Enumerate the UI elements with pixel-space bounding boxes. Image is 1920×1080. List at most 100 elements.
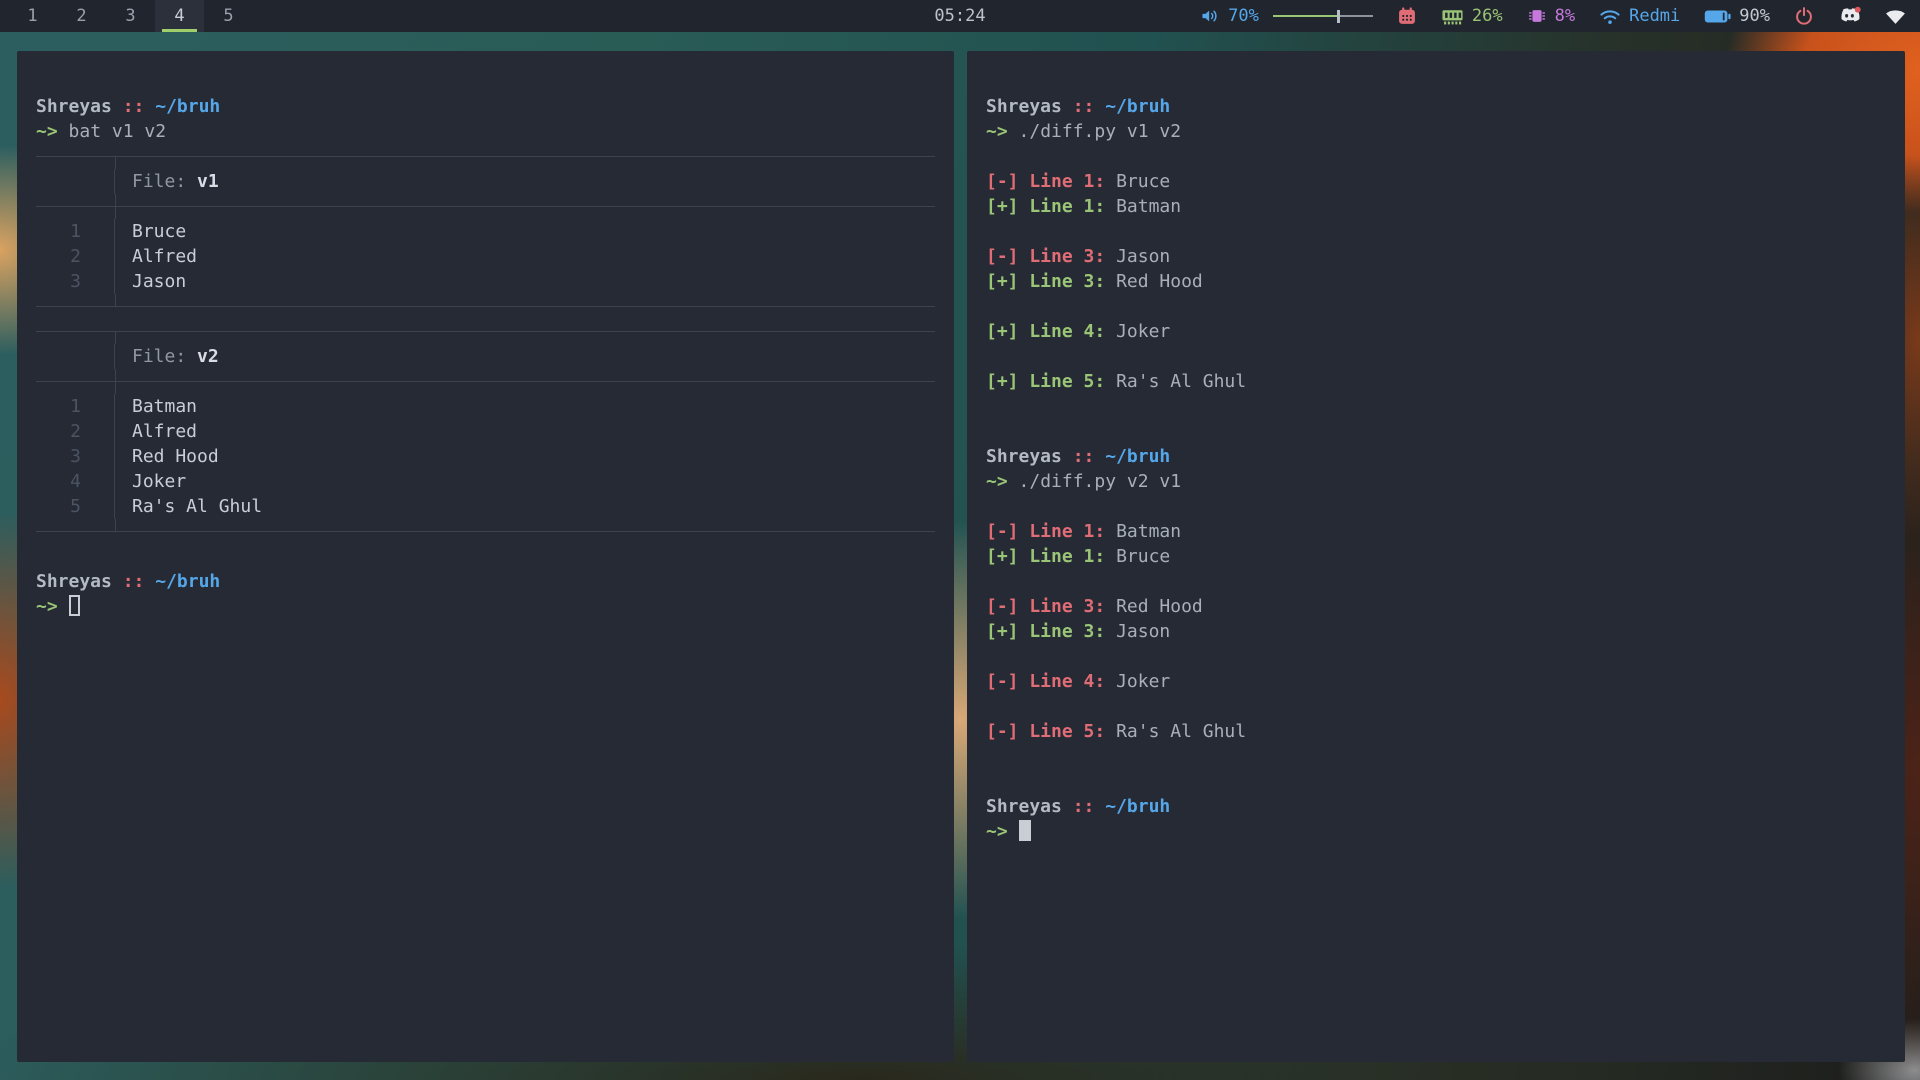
diff-text: Ra's Al Ghul: [1116, 371, 1246, 392]
blank-line: [986, 419, 1886, 444]
workspace-button-2[interactable]: 2: [57, 0, 106, 32]
blank-line: [986, 694, 1886, 719]
diff-line-removed: [-] Line 3: Red Hood: [986, 594, 1886, 619]
file-line: 1Batman: [36, 394, 935, 419]
file-line: 5Ra's Al Ghul: [36, 494, 935, 519]
workspace-button-4[interactable]: 4: [155, 0, 204, 32]
file-line-text: Alfred: [132, 421, 197, 442]
line-number: 2: [36, 244, 115, 269]
network-tray-icon[interactable]: [1885, 0, 1906, 32]
file-line: 3Jason: [36, 269, 935, 294]
diff-marker: [-] Line 1:: [986, 521, 1105, 542]
diff-text: Batman: [1116, 196, 1181, 217]
cpu-percent: 8%: [1555, 6, 1575, 26]
file-line-text: Bruce: [132, 221, 186, 242]
prompt-arrow: ~>: [986, 821, 1008, 842]
line-number: 1: [36, 394, 115, 419]
diff-text: Bruce: [1116, 546, 1170, 567]
volume-slider-fill: [1273, 15, 1337, 17]
wifi-ssid: Redmi: [1629, 6, 1680, 26]
diff-text: Joker: [1116, 321, 1170, 342]
terminal-right[interactable]: Shreyas :: ~/bruh~> ./diff.py v1 v2[-] L…: [967, 51, 1905, 1062]
power-button[interactable]: [1794, 0, 1814, 32]
battery-module[interactable]: 90%: [1704, 0, 1770, 32]
volume-slider[interactable]: [1273, 10, 1373, 23]
file-header-row: File: v1: [36, 169, 935, 194]
cursor-line: ~>: [986, 819, 1886, 844]
diff-text: Batman: [1116, 521, 1181, 542]
diff-line-added: [+] Line 1: Bruce: [986, 544, 1886, 569]
line-number: 3: [36, 444, 115, 469]
cursor-unfocused: [69, 595, 80, 616]
file-line-cell: Bruce: [115, 219, 186, 244]
blank-line: [986, 569, 1886, 594]
file-line-cell: Ra's Al Ghul: [115, 494, 262, 519]
file-line-cell: Alfred: [115, 244, 197, 269]
diff-line-added: [+] Line 5: Ra's Al Ghul: [986, 369, 1886, 394]
diff-line-removed: [-] Line 3: Jason: [986, 244, 1886, 269]
prompt-user: Shreyas: [986, 446, 1062, 467]
diff-marker: [-] Line 4:: [986, 671, 1105, 692]
prompt-user: Shreyas: [36, 96, 112, 117]
workspace-button-1[interactable]: 1: [8, 0, 57, 32]
workspace-button-5[interactable]: 5: [204, 0, 253, 32]
file-line-text: Alfred: [132, 246, 197, 267]
file-name: v1: [197, 171, 219, 192]
file-line-text: Joker: [132, 471, 186, 492]
calendar-icon: [1397, 6, 1417, 26]
file-label: File:: [132, 171, 186, 192]
status-bar: 12345 05:24 70% 26% 8% Redmi 90%: [0, 0, 1920, 32]
diff-text: Jason: [1116, 246, 1170, 267]
file-header-row: File: v2: [36, 344, 935, 369]
diff-marker: [-] Line 3:: [986, 246, 1105, 267]
terminal-right-content: Shreyas :: ~/bruh~> ./diff.py v1 v2[-] L…: [967, 51, 1905, 844]
blank-line: [986, 144, 1886, 169]
file-header-cell: File: v2: [115, 344, 219, 369]
workspace-button-3[interactable]: 3: [106, 0, 155, 32]
file-line-text: Ra's Al Ghul: [132, 496, 262, 517]
terminal-left-content: Shreyas :: ~/bruh ~> bat v1 v2 File: v11…: [17, 51, 954, 619]
terminal-left[interactable]: Shreyas :: ~/bruh ~> bat v1 v2 File: v11…: [17, 51, 954, 1062]
diff-marker: [-] Line 5:: [986, 721, 1105, 742]
cursor-focused: [1019, 820, 1031, 841]
network-module[interactable]: Redmi: [1599, 0, 1680, 32]
memory-module[interactable]: 26%: [1441, 0, 1503, 32]
prompt-separator: ::: [123, 571, 145, 592]
file-line: 4 Joker: [36, 469, 935, 494]
cpu-module[interactable]: 8%: [1527, 0, 1575, 32]
file-line-cell: Joker: [115, 469, 186, 494]
diff-marker: [+] Line 3:: [986, 271, 1105, 292]
prompt-arrow: ~>: [36, 121, 58, 142]
clock: 05:24: [934, 0, 985, 32]
diff-text: Joker: [1116, 671, 1170, 692]
blank-line: [986, 744, 1886, 769]
prompt-separator: ::: [1073, 796, 1095, 817]
diff-marker: [+] Line 3:: [986, 621, 1105, 642]
prompt-separator: ::: [123, 96, 145, 117]
file-line: 2Alfred: [36, 419, 935, 444]
diff-line-removed: [-] Line 1: Batman: [986, 519, 1886, 544]
diff-marker: [+] Line 1:: [986, 546, 1105, 567]
volume-module[interactable]: 70%: [1200, 0, 1373, 32]
diff-text: Red Hood: [1116, 596, 1203, 617]
diff-line-removed: [-] Line 4: Joker: [986, 669, 1886, 694]
battery-icon: [1704, 9, 1731, 24]
volume-slider-track: [1340, 15, 1373, 17]
bat-rule: [36, 194, 935, 219]
file-line-cell: Alfred: [115, 419, 197, 444]
blank-line: [986, 344, 1886, 369]
command-text: ./diff.py v1 v2: [1019, 121, 1182, 142]
line-number: 4: [36, 469, 115, 494]
diff-line-added: [+] Line 3: Jason: [986, 619, 1886, 644]
ram-icon: [1441, 6, 1464, 26]
discord-tray-icon[interactable]: [1838, 0, 1861, 32]
prompt-arrow: ~>: [36, 596, 58, 617]
prompt-user: Shreyas: [36, 571, 112, 592]
file-line-cell: Jason: [115, 269, 186, 294]
calendar-module[interactable]: [1397, 0, 1417, 32]
bat-rule: [36, 319, 935, 344]
memory-percent: 26%: [1472, 6, 1503, 26]
bat-file-block: File: v11Bruce2Alfred3Jason: [36, 144, 935, 319]
file-header-cell: File: v1: [115, 169, 219, 194]
blank-line: [986, 394, 1886, 419]
